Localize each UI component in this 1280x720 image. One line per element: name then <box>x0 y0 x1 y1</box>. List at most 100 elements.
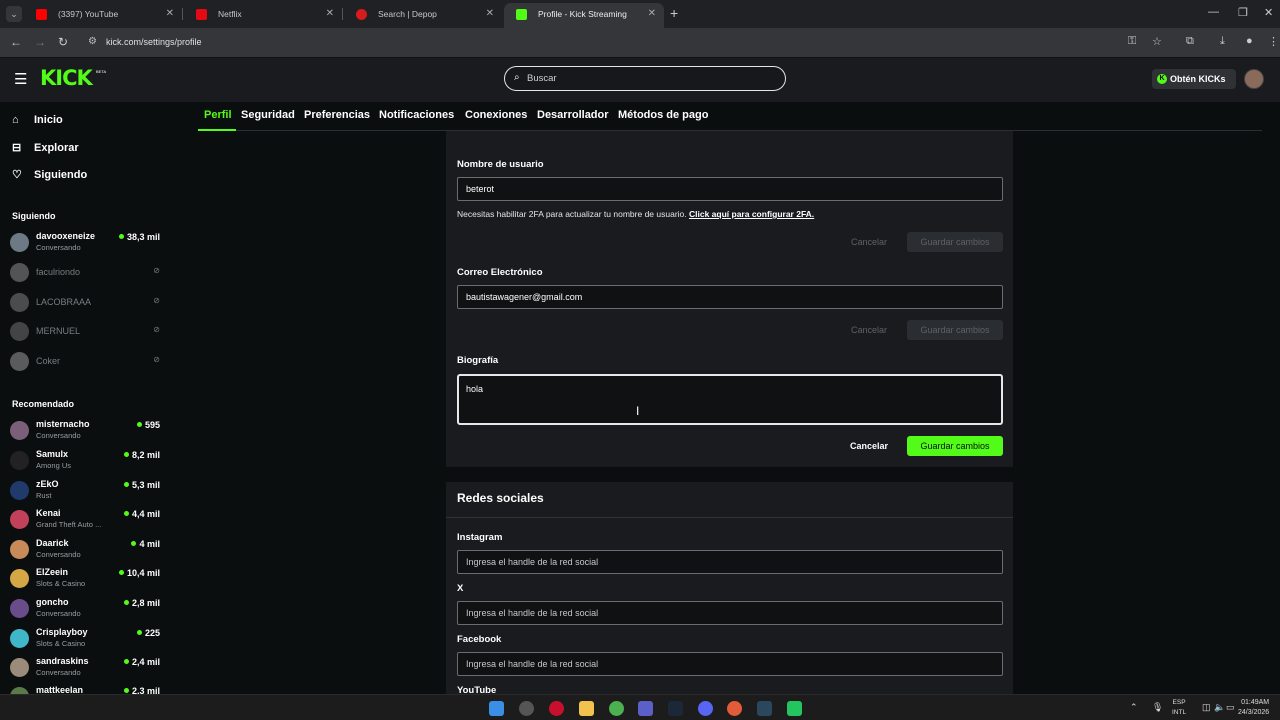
get-kicks-button[interactable]: K Obtén KICKs <box>1152 69 1236 89</box>
following-channel[interactable]: LACOBRAAA ⊘ <box>10 290 162 316</box>
windows-start-icon[interactable] <box>489 701 504 716</box>
network-icon[interactable]: ◫ <box>1202 702 1211 713</box>
close-tab-icon[interactable]: ✕ <box>326 3 334 25</box>
menu-icon[interactable]: ☰ <box>14 70 27 88</box>
tab-label: Perfil <box>204 109 232 121</box>
kick-logo[interactable]: KICK <box>40 66 93 90</box>
clock-time: 01:49AM <box>1241 699 1270 706</box>
bio-cancel-button[interactable]: Cancelar <box>850 441 888 451</box>
netflix-icon <box>196 9 207 20</box>
recommended-channel[interactable]: Samulx Among Us 8,2 mil <box>10 448 162 474</box>
back-icon[interactable]: ← <box>10 35 22 49</box>
obs-icon[interactable] <box>519 701 534 716</box>
username-cancel-button[interactable]: Cancelar <box>851 237 887 247</box>
browser-menu-icon[interactable]: ⋮ <box>1268 35 1279 48</box>
following-channel[interactable]: MERNUEL ⊘ <box>10 319 162 345</box>
new-tab-icon[interactable]: + <box>670 5 678 21</box>
tray-chevron-icon[interactable]: ⌃ <box>1130 702 1138 713</box>
password-key-icon[interactable]: ⚿ <box>1128 35 1136 48</box>
profile-icon[interactable]: ● <box>1246 35 1253 47</box>
opera-icon[interactable] <box>549 701 564 716</box>
bio-save-button[interactable]: Guardar cambios <box>907 436 1003 456</box>
downloads-icon[interactable]: ⤓ <box>1220 35 1225 48</box>
steam-icon[interactable] <box>668 701 683 716</box>
close-window-icon[interactable]: ✕ <box>1264 6 1273 19</box>
tab-notifications[interactable]: Notificaciones <box>379 109 454 121</box>
tab-developer[interactable]: Desarrollador <box>537 109 609 121</box>
following-channel[interactable]: Coker ⊘ <box>10 349 162 375</box>
channel-name: Coker <box>36 356 61 366</box>
following-channel[interactable]: davooxeneize Conversando 38,3 mil <box>10 230 162 256</box>
battery-icon[interactable]: ▭ <box>1226 702 1235 713</box>
x-label: X <box>457 583 464 594</box>
tab-connections[interactable]: Conexiones <box>465 109 527 121</box>
language-indicator[interactable]: ESP INTL <box>1172 698 1186 718</box>
search-input[interactable] <box>527 70 767 87</box>
recommended-channel[interactable]: Crisplayboy Slots & Casino 225 <box>10 626 162 652</box>
chrome-alt-icon[interactable] <box>727 701 742 716</box>
channel-category: Conversando <box>36 609 81 618</box>
viewer-count: 8,2 mil <box>124 450 160 460</box>
site-info-icon[interactable]: ⚙ <box>88 36 97 47</box>
recommended-channel[interactable]: Kenai Grand Theft Auto ... 4,4 mil <box>10 507 162 533</box>
recommended-channel[interactable]: Daarick Conversando 4 mil <box>10 537 162 563</box>
forward-icon[interactable]: → <box>34 35 46 49</box>
discord-icon[interactable] <box>698 701 713 716</box>
browser-tab-depop[interactable]: Search | Depop ✕ <box>344 3 502 28</box>
viewer-count: 4 mil <box>131 539 160 549</box>
search-box[interactable]: ⌕ <box>504 66 786 91</box>
channel-category: Rust <box>36 491 52 500</box>
volume-icon[interactable]: 🔈 <box>1214 702 1225 713</box>
file-explorer-icon[interactable] <box>579 701 594 716</box>
x-field[interactable]: Ingresa el handle de la red social <box>457 601 1003 625</box>
url-field[interactable]: ⚙ kick.com/settings/profile <box>80 32 1173 54</box>
username-field[interactable]: beterot <box>457 177 1003 201</box>
following-channel[interactable]: faculriondo ⊘ <box>10 260 162 286</box>
email-cancel-button[interactable]: Cancelar <box>851 325 887 335</box>
channel-category: Slots & Casino <box>36 639 86 648</box>
channel-category: Conversando <box>36 550 81 559</box>
facebook-field[interactable]: Ingresa el handle de la red social <box>457 652 1003 676</box>
youtube-icon <box>36 9 47 20</box>
bio-textarea[interactable]: hola <box>457 374 1003 425</box>
close-tab-icon[interactable]: ✕ <box>166 3 174 25</box>
reload-icon[interactable]: ↻ <box>58 35 68 49</box>
setup-2fa-link[interactable]: Click aquí para configurar 2FA. <box>689 209 814 219</box>
username-save-button[interactable]: Guardar cambios <box>907 232 1003 252</box>
instagram-field[interactable]: Ingresa el handle de la red social <box>457 550 1003 574</box>
recommended-channel[interactable]: mattkeelan 2,3 mil <box>10 684 162 694</box>
tab-preferences[interactable]: Preferencias <box>304 109 370 121</box>
extensions-icon[interactable]: ⧉ <box>1186 35 1194 48</box>
recommended-channel[interactable]: misternacho Conversando 595 <box>10 418 162 444</box>
tab-profile[interactable]: Perfil <box>204 109 232 121</box>
teams-icon[interactable] <box>638 701 653 716</box>
browser-tab-youtube[interactable]: (3397) YouTube ✕ <box>24 3 182 28</box>
close-tab-icon[interactable]: ✕ <box>486 3 494 25</box>
user-avatar[interactable] <box>1244 69 1264 89</box>
tab-payment-methods[interactable]: Métodos de pago <box>618 109 708 121</box>
bookmark-star-icon[interactable]: ☆ <box>1152 35 1162 48</box>
system-clock[interactable]: 01:49AM 24/3/2026 <box>1238 698 1269 718</box>
app-icon[interactable] <box>787 701 802 716</box>
steam-alt-icon[interactable] <box>757 701 772 716</box>
minimize-icon[interactable]: — <box>1208 6 1219 18</box>
close-tab-icon[interactable]: ✕ <box>648 3 656 25</box>
recommended-channel[interactable]: goncho Conversando 2,8 mil <box>10 596 162 622</box>
tab-security[interactable]: Seguridad <box>241 109 295 121</box>
recommended-channel[interactable]: sandraskins Conversando 2,4 mil <box>10 655 162 681</box>
maximize-icon[interactable]: ❐ <box>1238 6 1248 19</box>
nav-explore[interactable]: ⊟ Explorar <box>12 141 79 154</box>
browser-tab-kick[interactable]: Profile - Kick Streaming ✕ <box>504 3 664 28</box>
email-save-button[interactable]: Guardar cambios <box>907 320 1003 340</box>
tab-search-icon[interactable]: ⌄ <box>6 6 22 22</box>
recommended-channel[interactable]: zEkO Rust 5,3 mil <box>10 478 162 504</box>
browser-tab-netflix[interactable]: Netflix ✕ <box>184 3 342 28</box>
microphone-icon[interactable]: 🎙 <box>1152 702 1163 713</box>
viewer-count: 2,4 mil <box>124 657 160 667</box>
nav-home[interactable]: ⌂ Inicio <box>12 114 63 126</box>
nav-following[interactable]: ♡ Siguiendo <box>12 168 87 181</box>
chrome-icon[interactable] <box>609 701 624 716</box>
depop-icon <box>356 9 367 20</box>
email-field[interactable]: bautistawagener@gmail.com <box>457 285 1003 309</box>
recommended-channel[interactable]: ElZeein Slots & Casino 10,4 mil <box>10 566 162 592</box>
